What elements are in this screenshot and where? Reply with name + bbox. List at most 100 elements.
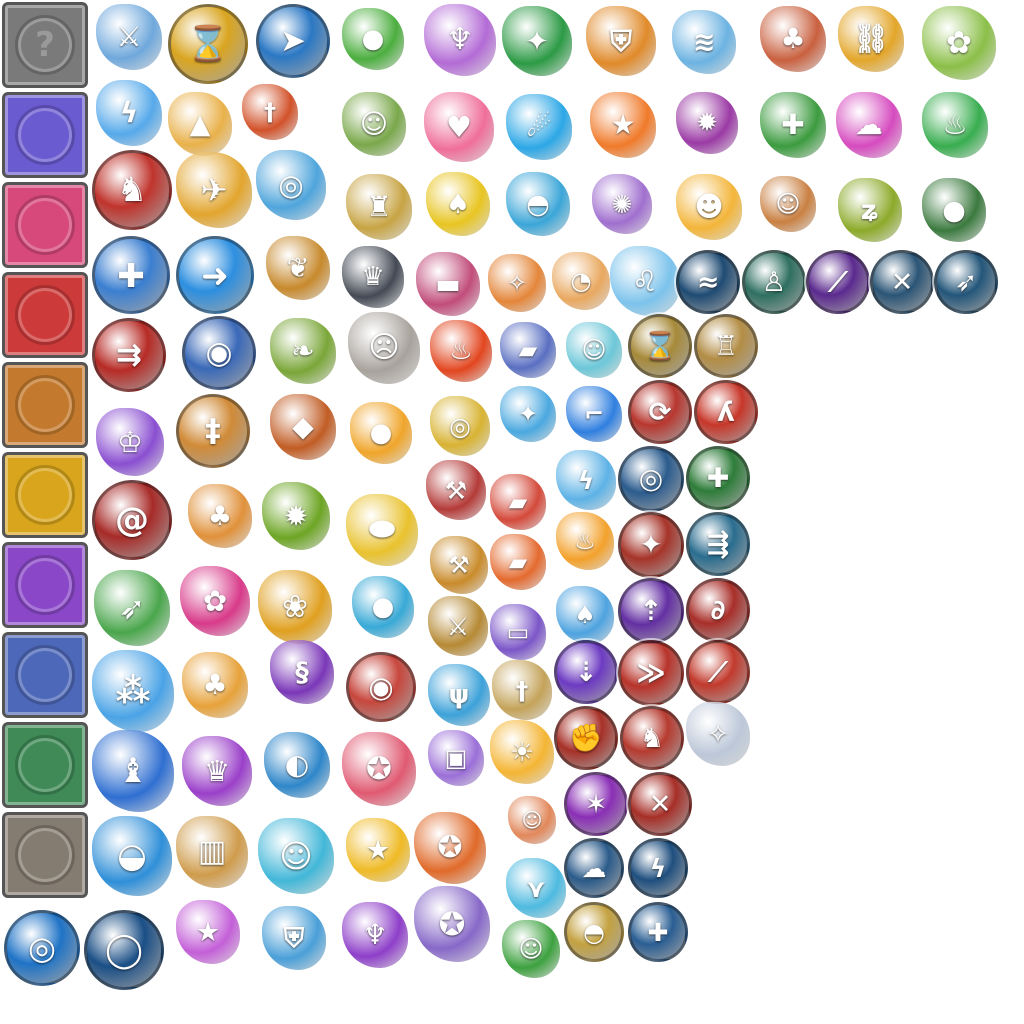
icon-glyph: ✪ [366,750,392,787]
frame-blue [2,632,88,718]
icon-glyph: ≈ [696,266,720,298]
green-heal-icon: ✚ [686,446,750,510]
crown-cards-icon: ♔ [96,408,164,476]
frame-ring [15,465,75,525]
icon-glyph: @ [115,500,149,540]
wind-slash-icon: ≈ [676,250,740,314]
icon-glyph: ⟋ [828,266,848,298]
icon-glyph: ▰ [508,488,528,516]
scroll-icon: ≋ [672,10,736,74]
red-sweep-icon: ⟳ [628,380,692,444]
yellow-hair-hero-icon: ☻ [676,174,742,240]
icon-glyph: ∂ [710,594,726,626]
icon-glyph: ◐ [284,748,310,781]
icon-glyph: ♨ [449,336,473,366]
icon-glyph: ⇡ [639,594,663,627]
arrow-burst-icon: ➤ [256,4,330,78]
ice-trident-icon: ψ [428,664,490,726]
icon-glyph: ✹ [696,108,718,138]
icon-glyph: ✿ [946,24,972,61]
star-shards-icon: ★ [176,900,240,964]
purple-witch-icon: ♛ [182,736,252,806]
icon-glyph: ⋎ [525,873,547,903]
icon-glyph: ⇶ [706,528,730,560]
icon-glyph: ♥ [446,109,472,144]
icon-glyph: ✶ [584,788,608,820]
icon-glyph: ♆ [446,22,474,57]
icon-glyph: ♛ [204,753,230,788]
red-axe-icon: ⚒ [426,460,486,520]
heart-icon: ♥ [424,92,494,162]
icon-glyph: ≫ [636,656,666,689]
red-blade-icon: ⟋ [686,640,750,704]
fish-tail-icon: ⋎ [506,858,566,918]
blue-mushroom-icon: ◓ [506,172,570,236]
fireball-icon: ● [350,402,412,464]
purple-slash-icon: ⟋ [806,250,870,314]
fire-kart-icon: ▰ [490,534,546,590]
holy-shield-icon: ✚ [92,236,170,314]
sword-rain-icon: ‡ [176,394,250,468]
gold-bomb-icon: ◎ [430,396,490,456]
frame-ring [15,105,75,165]
fire-sword-icon: † [242,84,298,140]
cannon-bird-icon: ◔ [552,252,610,310]
icon-glyph: ♞ [639,722,665,754]
shield-icon: ⛨ [586,6,656,76]
bearded-mushroom-icon: ☺ [342,92,406,156]
icon-glyph: ♜ [366,190,392,223]
green-frog-icon: ☺ [502,920,560,978]
sun-swirl-icon: ☀ [490,720,554,784]
icon-glyph: ⚔ [446,611,470,641]
blue-cannon-icon: ◉ [182,316,256,390]
gold-pile-icon: ⬬ [346,494,418,566]
icon-glyph: † [264,98,276,126]
icon-glyph: ⚒ [444,475,468,505]
mushroom-feather-icon: ♣ [760,6,826,72]
icon-glyph: ☁ [581,853,607,883]
icon-glyph: ϟ [649,853,667,883]
purple-up-arrow-icon: ⇡ [618,578,684,644]
rock-fall-icon: ◆ [270,394,336,460]
icon-glyph: ⇉ [116,336,142,373]
red-debris-icon: ✦ [618,512,684,578]
icon-glyph: ♖ [713,330,739,362]
shadow-blob-icon: ● [922,178,986,242]
icon-glyph: ☻ [694,190,724,223]
brown-mushroom-icon: ☺ [760,176,816,232]
icon-glyph: ◎ [638,462,664,495]
fire-slime-icon: ♨ [430,320,492,382]
icon-glyph: ⌐ [583,400,605,428]
mushroom-man-icon: ☺ [508,796,556,844]
blue-cloud-icon: ☁ [564,838,624,898]
icon-glyph: ϟ [119,96,139,129]
icon-glyph: ☁ [855,108,883,141]
icon-glyph: ◓ [526,188,550,220]
yellow-mushroom-icon: ♣ [182,652,248,718]
frame-red [2,272,88,358]
icon-glyph: ❀ [282,588,308,625]
red-spark-icon: ✕ [628,772,692,836]
icon-glyph: ✪ [437,830,463,865]
purple-tentacle-icon: § [270,640,334,704]
frame-ring [15,195,75,255]
tornado-icon: ◎ [256,150,326,220]
mushroom-bounce-icon: ♣ [188,484,252,548]
cyan-ghost-icon: ☺ [258,818,334,894]
sword-icon: ⚔ [96,4,162,70]
icon-glyph: ✚ [706,462,730,494]
icon-glyph: ʑ [860,194,880,226]
icon-glyph: ✊ [569,722,603,754]
green-burst-icon: ✹ [262,482,330,550]
rock-monster-icon: ☹ [348,312,420,384]
blue-ring-icon: ◯ [84,910,164,990]
icon-glyph: ✦ [517,400,539,428]
warrior-stance-icon: ♙ [742,250,806,314]
star-wand-icon: ★ [590,92,656,158]
icon-glyph: ♣ [207,500,233,532]
red-gear-token-icon: ◉ [346,652,416,722]
icon-glyph: ☺ [279,837,313,875]
ice-lion-icon: ♌ [610,246,680,316]
icon-glyph: ✧ [706,718,730,750]
bow-shot-icon: ➶ [934,250,998,314]
